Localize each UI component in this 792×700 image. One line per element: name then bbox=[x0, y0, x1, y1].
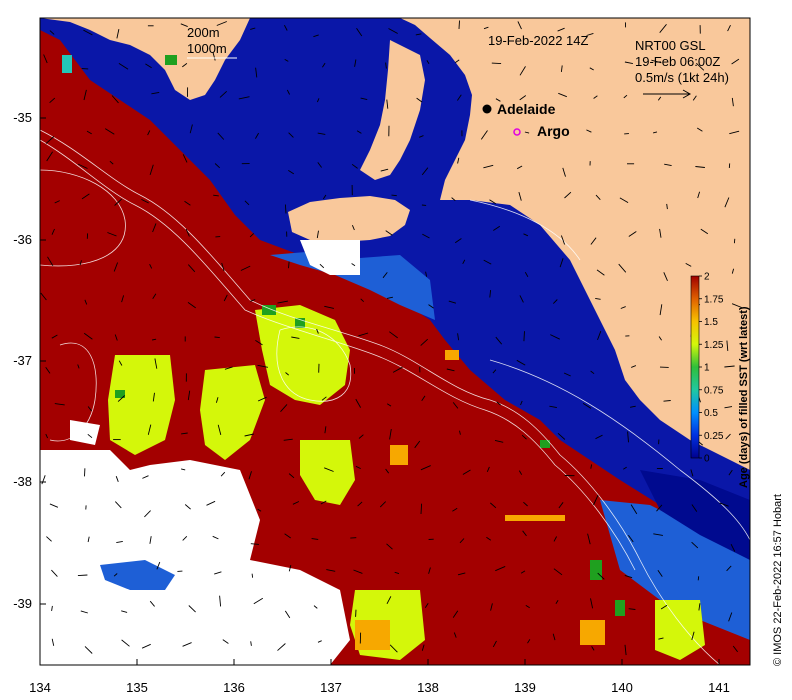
x-tick-137: 137 bbox=[320, 680, 342, 695]
isobath-label-1000m: 1000m bbox=[187, 41, 227, 56]
colorbar bbox=[690, 275, 700, 459]
analysis-time-label: 19-Feb 06:00Z bbox=[635, 54, 720, 69]
current-vector bbox=[458, 20, 460, 30]
y-tick-minus38: -38 bbox=[13, 474, 32, 489]
colorbar-tick-label: 0.25 bbox=[704, 431, 724, 442]
colorbar-tick-label: 0.75 bbox=[704, 385, 724, 396]
x-tick-141: 141 bbox=[708, 680, 730, 695]
current-vector bbox=[420, 503, 423, 515]
x-tick-136: 136 bbox=[223, 680, 245, 695]
x-tick-139: 139 bbox=[514, 680, 536, 695]
date-label: 19-Feb-2022 14Z bbox=[488, 33, 589, 48]
current-vector bbox=[77, 574, 88, 577]
current-vector bbox=[251, 573, 254, 578]
y-tick-minus36: -36 bbox=[13, 232, 32, 247]
y-tick-minus35: -35 bbox=[13, 110, 32, 125]
x-tick-138: 138 bbox=[417, 680, 439, 695]
x-tick-134: 134 bbox=[29, 680, 51, 695]
current-vector bbox=[284, 204, 287, 214]
product-label: NRT00 GSL bbox=[635, 38, 706, 53]
colorbar-tick-label: 1 bbox=[704, 363, 710, 374]
adelaide-marker bbox=[482, 104, 492, 114]
current-vector bbox=[391, 194, 397, 197]
credit-label: © IMOS 22-Feb-2022 16:57 Hobart bbox=[772, 494, 784, 666]
y-tick-minus39: -39 bbox=[13, 596, 32, 611]
colorbar-tick-label: 1.75 bbox=[704, 294, 724, 305]
x-tick-135: 135 bbox=[126, 680, 148, 695]
current-vector bbox=[697, 576, 700, 581]
map-plot-area bbox=[40, 18, 750, 665]
current-vector bbox=[214, 336, 220, 339]
sst-age-cyan-speck bbox=[62, 55, 72, 73]
vector-scale-label: 0.5m/s (1kt 24h) bbox=[635, 70, 729, 85]
argo-label: Argo bbox=[537, 123, 570, 139]
current-vector bbox=[491, 62, 502, 65]
colorbar-tick-label: 1.25 bbox=[704, 340, 724, 351]
colorbar-tick-label: 0 bbox=[704, 454, 710, 465]
colorbar-tick-label: 0.5 bbox=[704, 408, 718, 419]
colorbar-title: Age (days) of filled SST (wrt latest) bbox=[738, 306, 750, 488]
colorbar-tick-label: 2 bbox=[704, 272, 710, 283]
current-vector bbox=[288, 261, 290, 269]
isobath-label-200m: 200m bbox=[187, 25, 220, 40]
x-tick-140: 140 bbox=[611, 680, 633, 695]
current-vector bbox=[523, 331, 525, 342]
colorbar-tick-label: 1.5 bbox=[704, 317, 718, 328]
adelaide-label: Adelaide bbox=[497, 101, 556, 117]
y-tick-minus37: -37 bbox=[13, 353, 32, 368]
sst-map-figure: 134 135 136 137 138 139 140 141 -35 -36 … bbox=[13, 17, 784, 695]
